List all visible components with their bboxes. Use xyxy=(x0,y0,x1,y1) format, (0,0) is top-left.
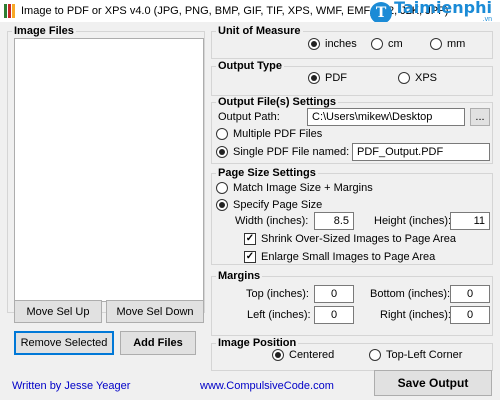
output-xps-radio[interactable]: XPS xyxy=(398,72,437,84)
radio-selected-icon xyxy=(216,146,228,158)
add-files-button[interactable]: Add Files xyxy=(120,331,196,355)
unit-cm-radio[interactable]: cm xyxy=(371,38,403,50)
enlarge-images-label: Enlarge Small Images to Page Area xyxy=(261,251,436,263)
browse-button[interactable]: ... xyxy=(470,108,490,126)
shrink-images-label: Shrink Over-Sized Images to Page Area xyxy=(261,233,457,245)
match-image-size-label: Match Image Size + Margins xyxy=(233,182,373,194)
specify-page-size-label: Specify Page Size xyxy=(233,199,323,211)
radio-selected-icon xyxy=(308,72,320,84)
centered-radio[interactable]: Centered xyxy=(272,349,334,361)
specify-page-size-radio[interactable]: Specify Page Size xyxy=(216,199,322,211)
brand-logo-icon: T xyxy=(370,1,393,24)
radio-empty-icon xyxy=(216,182,228,194)
radio-empty-icon xyxy=(371,38,383,50)
output-settings-title: Output File(s) Settings xyxy=(216,96,338,108)
image-files-list[interactable] xyxy=(14,38,204,302)
centered-label: Centered xyxy=(289,349,335,361)
output-path-label: Output Path: xyxy=(218,111,280,123)
app-icon xyxy=(4,4,16,18)
unit-mm-radio[interactable]: mm xyxy=(430,38,465,50)
margins-title: Margins xyxy=(216,270,263,282)
single-pdf-radio[interactable]: Single PDF File named: xyxy=(216,146,349,158)
output-type-group: Output Type xyxy=(211,60,493,96)
width-label: Width (inches): xyxy=(235,215,309,227)
title-bar: Image to PDF or XPS v4.0 (JPG, PNG, BMP,… xyxy=(0,0,500,24)
height-label: Height (inches): xyxy=(374,215,452,227)
author-link[interactable]: Written by Jesse Yeager xyxy=(12,380,130,392)
unit-cm-label: cm xyxy=(388,38,403,50)
radio-selected-icon xyxy=(272,349,284,361)
unit-inches-label: inches xyxy=(325,38,357,50)
radio-empty-icon xyxy=(216,128,228,140)
move-sel-up-button[interactable]: Move Sel Up xyxy=(14,300,102,323)
match-image-size-radio[interactable]: Match Image Size + Margins xyxy=(216,182,373,194)
top-left-corner-radio[interactable]: Top-Left Corner xyxy=(369,349,462,361)
checkmark-icon: ✓ xyxy=(244,233,256,245)
enlarge-images-checkbox[interactable]: ✓ Enlarge Small Images to Page Area xyxy=(244,251,435,263)
unit-of-measure-title: Unit of Measure xyxy=(216,25,303,37)
unit-inches-radio[interactable]: inches xyxy=(308,38,357,50)
radio-empty-icon xyxy=(369,349,381,361)
output-type-title: Output Type xyxy=(216,60,284,72)
multiple-pdf-label: Multiple PDF Files xyxy=(233,128,323,140)
brand-watermark: T Taimienphi .vn xyxy=(370,0,492,24)
radio-selected-icon xyxy=(308,38,320,50)
remove-selected-button[interactable]: Remove Selected xyxy=(14,331,114,355)
single-pdf-filename-field[interactable]: PDF_Output.PDF xyxy=(352,143,490,161)
brand-name: Taimienphi xyxy=(394,0,492,17)
website-link[interactable]: www.CompulsiveCode.com xyxy=(200,380,334,392)
output-pdf-label: PDF xyxy=(325,72,347,84)
right-margin-field[interactable]: 0 xyxy=(450,306,490,324)
shrink-images-checkbox[interactable]: ✓ Shrink Over-Sized Images to Page Area xyxy=(244,233,456,245)
save-output-button[interactable]: Save Output xyxy=(374,370,492,396)
top-margin-field[interactable]: 0 xyxy=(314,285,354,303)
output-path-field[interactable]: C:\Users\mikew\Desktop xyxy=(307,108,465,126)
page-size-title: Page Size Settings xyxy=(216,167,318,179)
app-icon-bar-green xyxy=(4,4,7,18)
multiple-pdf-radio[interactable]: Multiple PDF Files xyxy=(216,128,322,140)
radio-empty-icon xyxy=(398,72,410,84)
bottom-margin-label: Bottom (inches): xyxy=(370,288,451,300)
left-margin-field[interactable]: 0 xyxy=(314,306,354,324)
output-xps-label: XPS xyxy=(415,72,438,84)
image-position-title: Image Position xyxy=(216,337,299,349)
single-pdf-label: Single PDF File named: xyxy=(233,146,350,158)
radio-selected-icon xyxy=(216,199,228,211)
width-field[interactable]: 8.5 xyxy=(314,212,354,230)
top-left-corner-label: Top-Left Corner xyxy=(386,349,463,361)
unit-mm-label: mm xyxy=(447,38,466,50)
main-window: Image Files Move Sel Up Move Sel Down Re… xyxy=(0,22,500,400)
app-icon-bar-yellow xyxy=(12,4,15,18)
top-margin-label: Top (inches): xyxy=(246,288,309,300)
height-field[interactable]: 11 xyxy=(450,212,490,230)
checkmark-icon: ✓ xyxy=(244,251,256,263)
image-files-title: Image Files xyxy=(12,25,76,37)
bottom-margin-field[interactable]: 0 xyxy=(450,285,490,303)
radio-empty-icon xyxy=(430,38,442,50)
app-icon-bar-red xyxy=(8,4,11,18)
left-margin-label: Left (inches): xyxy=(247,309,311,321)
move-sel-down-button[interactable]: Move Sel Down xyxy=(106,300,204,323)
output-pdf-radio[interactable]: PDF xyxy=(308,72,347,84)
right-margin-label: Right (inches): xyxy=(380,309,451,321)
